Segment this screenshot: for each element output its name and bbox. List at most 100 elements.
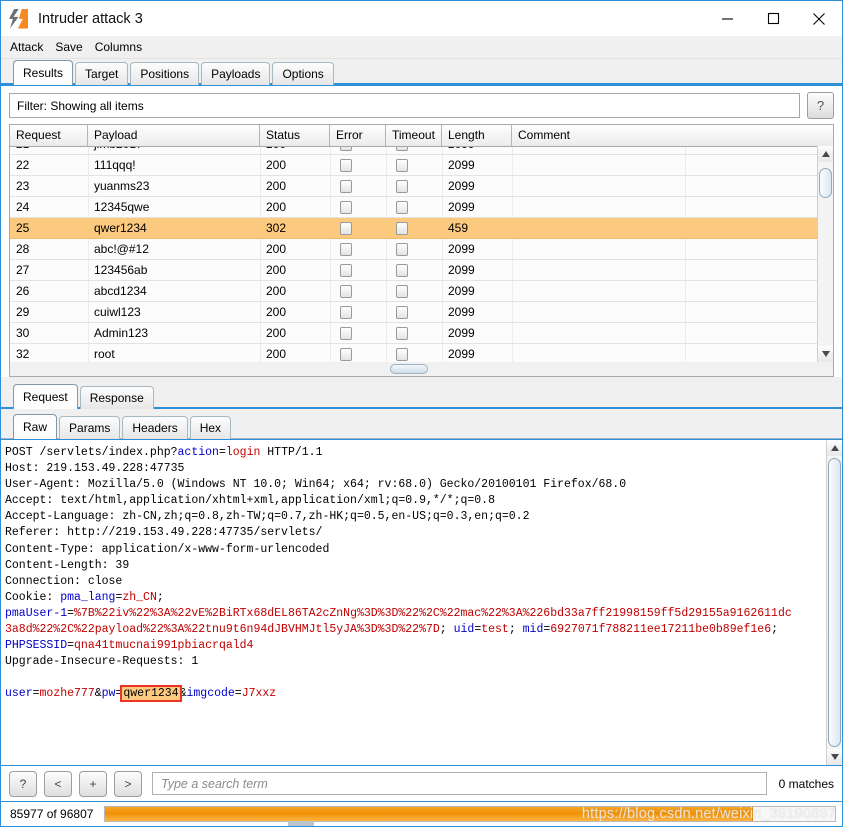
search-next-button[interactable]: > xyxy=(114,770,142,797)
raw-scroll-up-icon[interactable] xyxy=(827,440,842,456)
header-value: qna41tmucnai991pbiacrqald4 xyxy=(74,639,254,653)
tab-hex[interactable]: Hex xyxy=(189,416,232,439)
table-row[interactable]: 25 qwer1234 302 459 xyxy=(10,218,833,239)
cell-error xyxy=(330,176,386,196)
tab-options[interactable]: Options xyxy=(272,62,334,85)
column-header-length[interactable]: Length xyxy=(442,125,512,146)
timeout-checkbox[interactable] xyxy=(396,284,408,298)
results-vertical-scrollbar[interactable] xyxy=(817,146,833,362)
cell-payload: jimb2017 xyxy=(88,147,260,154)
menu-item-save[interactable]: Save xyxy=(55,39,89,56)
cell-error xyxy=(330,281,386,301)
error-checkbox[interactable] xyxy=(340,326,352,340)
cell-request: 30 xyxy=(16,326,30,340)
results-scroll-thumb[interactable] xyxy=(819,168,832,198)
cell-comment xyxy=(512,281,685,301)
table-row[interactable]: 26 abcd1234 200 2099 xyxy=(10,281,833,302)
table-row[interactable]: 29 cuiwl123 200 2099 xyxy=(10,302,833,323)
raw-scroll-track[interactable] xyxy=(827,456,842,749)
tab-headers[interactable]: Headers xyxy=(122,416,188,439)
timeout-checkbox[interactable] xyxy=(396,347,408,361)
error-checkbox[interactable] xyxy=(340,158,352,172)
error-checkbox[interactable] xyxy=(340,147,352,151)
raw-request-text[interactable]: POST /servlets/index.php?action=login HT… xyxy=(1,440,842,703)
error-checkbox[interactable] xyxy=(340,200,352,214)
table-row[interactable]: 21jimb2017200 2099 xyxy=(10,147,833,155)
error-checkbox[interactable] xyxy=(340,242,352,256)
cell-payload: Admin123 xyxy=(94,326,149,340)
timeout-checkbox[interactable] xyxy=(396,221,408,235)
table-row[interactable]: 28 abc!@#12 200 2099 xyxy=(10,239,833,260)
results-scroll-track[interactable] xyxy=(818,162,833,346)
filter-bar[interactable]: Filter: Showing all items xyxy=(9,93,800,118)
cell-timeout xyxy=(386,281,442,301)
column-header-comment[interactable]: Comment xyxy=(512,125,685,146)
cell-length: 2099 xyxy=(448,284,475,298)
error-checkbox[interactable] xyxy=(340,284,352,298)
minimize-icon[interactable] xyxy=(704,1,750,36)
table-row[interactable]: 22 111qqq! 200 2099 xyxy=(10,155,833,176)
error-checkbox[interactable] xyxy=(340,347,352,361)
timeout-checkbox[interactable] xyxy=(396,158,408,172)
raw-scroll-down-icon[interactable] xyxy=(827,749,842,765)
timeout-checkbox[interactable] xyxy=(396,242,408,256)
tab-raw[interactable]: Raw xyxy=(13,414,58,439)
table-row[interactable]: 23 yuanms23 200 2099 xyxy=(10,176,833,197)
raw-plain: Referer: http://219.153.49.228:47735/ser… xyxy=(5,526,323,540)
column-header-payload[interactable]: Payload xyxy=(88,125,260,146)
cell-length: 2099 xyxy=(448,179,475,193)
table-row[interactable]: 30 Admin123 200 2099 xyxy=(10,323,833,344)
column-header-error[interactable]: Error xyxy=(330,125,386,146)
timeout-checkbox[interactable] xyxy=(396,179,408,193)
maximize-icon[interactable] xyxy=(750,1,796,36)
column-header-status[interactable]: Status xyxy=(260,125,330,146)
filter-help-button[interactable]: ? xyxy=(807,92,834,119)
tab-request[interactable]: Request xyxy=(13,384,78,409)
timeout-checkbox[interactable] xyxy=(396,326,408,340)
scroll-down-icon[interactable] xyxy=(818,346,833,362)
menu-item-columns[interactable]: Columns xyxy=(95,39,149,56)
table-row[interactable]: 32 root 200 2099 xyxy=(10,344,833,362)
timeout-checkbox[interactable] xyxy=(396,147,408,151)
search-add-button[interactable]: + xyxy=(79,770,107,797)
header-key: uid xyxy=(453,623,475,637)
cell-status: 200 xyxy=(266,347,287,361)
timeout-checkbox[interactable] xyxy=(396,263,408,277)
search-help-button[interactable]: ? xyxy=(9,770,37,797)
error-checkbox[interactable] xyxy=(340,221,352,235)
close-icon[interactable] xyxy=(796,1,842,36)
raw-line: Upgrade-Insecure-Requests: 1 xyxy=(5,654,842,670)
scroll-up-icon[interactable] xyxy=(818,146,833,162)
tab-target[interactable]: Target xyxy=(75,62,129,85)
cell-request: 28 xyxy=(16,242,30,256)
search-matches-count: 0 matches xyxy=(778,776,834,791)
tab-response[interactable]: Response xyxy=(79,386,154,409)
error-checkbox[interactable] xyxy=(340,305,352,319)
window-controls xyxy=(704,1,842,36)
column-header-timeout[interactable]: Timeout xyxy=(386,125,442,146)
raw-line: POST /servlets/index.php?action=login HT… xyxy=(5,445,842,461)
results-horizontal-scrollbar[interactable] xyxy=(9,362,834,377)
results-hscroll-thumb[interactable] xyxy=(390,364,428,374)
table-row[interactable]: 27 123456ab 200 2099 xyxy=(10,260,833,281)
menu-item-attack[interactable]: Attack xyxy=(10,39,50,56)
table-row[interactable]: 24 12345qwe 200 2099 xyxy=(10,197,833,218)
table-header-row: Request Payload Status Error Timeout Len… xyxy=(10,125,833,147)
raw-vertical-scrollbar[interactable] xyxy=(826,440,842,765)
tab-positions[interactable]: Positions xyxy=(130,62,200,85)
raw-scroll-thumb[interactable] xyxy=(828,458,841,747)
search-prev-button[interactable]: < xyxy=(44,770,72,797)
timeout-checkbox[interactable] xyxy=(396,305,408,319)
raw-request-viewer[interactable]: POST /servlets/index.php?action=login HT… xyxy=(1,439,842,765)
cell-timeout xyxy=(386,176,442,196)
error-checkbox[interactable] xyxy=(340,263,352,277)
tab-payloads[interactable]: Payloads xyxy=(201,62,271,85)
raw-plain: = xyxy=(218,446,226,459)
cell-payload: yuanms23 xyxy=(94,179,150,193)
timeout-checkbox[interactable] xyxy=(396,200,408,214)
error-checkbox[interactable] xyxy=(340,179,352,193)
column-header-request[interactable]: Request xyxy=(10,125,88,146)
tab-results[interactable]: Results xyxy=(13,60,74,85)
tab-params[interactable]: Params xyxy=(59,416,121,439)
search-input[interactable]: Type a search term xyxy=(152,772,767,795)
